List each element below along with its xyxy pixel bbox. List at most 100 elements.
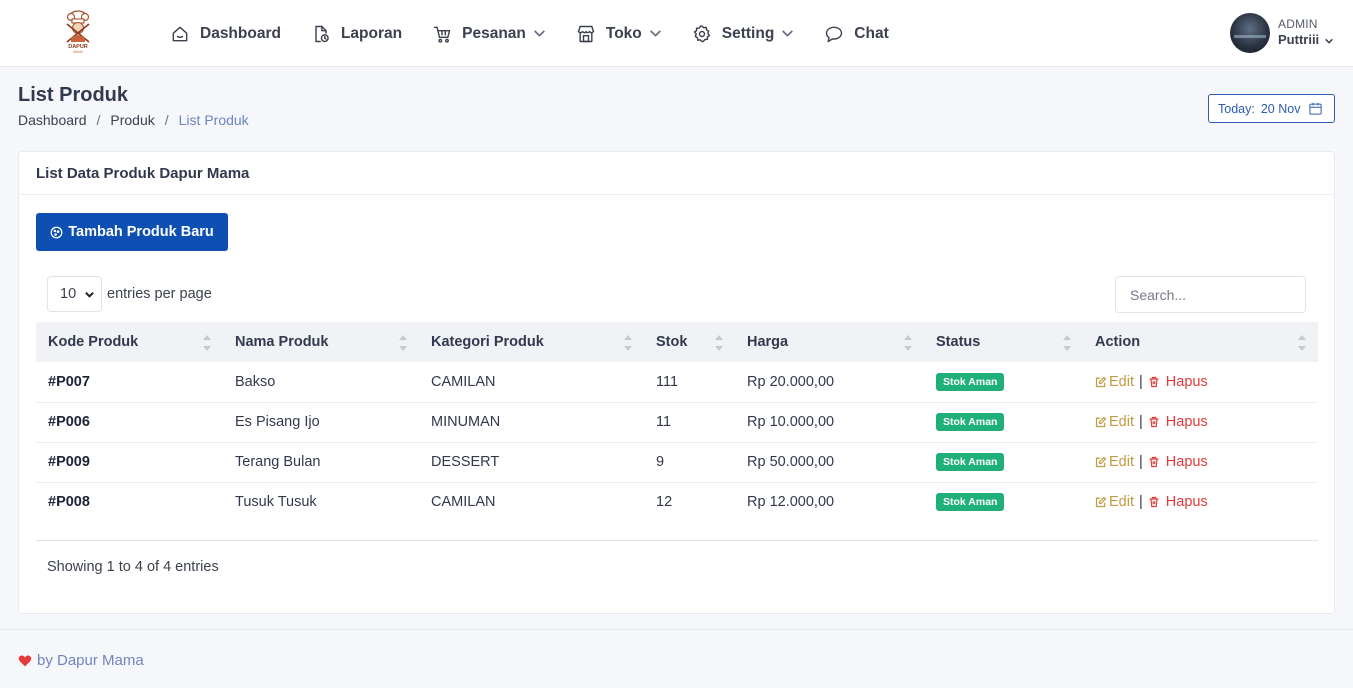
action-separator: | xyxy=(1139,414,1143,430)
user-role: ADMIN xyxy=(1278,17,1318,32)
entries-select[interactable]: 10 xyxy=(47,276,102,312)
edit-button[interactable]: Edit xyxy=(1095,414,1134,430)
sort-icon xyxy=(203,335,211,351)
avatar xyxy=(1230,13,1270,53)
cookie-icon xyxy=(50,226,63,238)
table-info: Showing 1 to 4 of 4 entries xyxy=(47,559,219,575)
nav-dashboard[interactable]: Dashboard xyxy=(170,14,281,54)
action-cell: Edit | Hapus xyxy=(1083,362,1318,403)
product-price: Rp 12.000,00 xyxy=(747,494,835,511)
nav-chat-label: Chat xyxy=(854,24,889,42)
add-product-button[interactable]: Tambah Produk Baru xyxy=(36,213,228,251)
column-harga[interactable]: Harga xyxy=(735,322,924,362)
breadcrumb-produk[interactable]: Produk xyxy=(110,112,154,128)
status-cell: Stok Aman xyxy=(924,442,1083,483)
nav-dashboard-label: Dashboard xyxy=(200,24,281,42)
action-cell: Edit | Hapus xyxy=(1083,402,1318,443)
edit-label: Edit xyxy=(1109,414,1134,430)
product-category: CAMILAN xyxy=(419,362,644,403)
delete-label: Hapus xyxy=(1165,373,1208,390)
chevron-down-icon xyxy=(782,30,793,37)
entries-label: entries per page xyxy=(107,286,212,302)
edit-button[interactable]: Edit xyxy=(1095,374,1134,390)
date-value: 20 Nov xyxy=(1260,101,1301,116)
breadcrumb-separator: / xyxy=(164,112,169,128)
column-label: Kategori Produk xyxy=(431,334,544,350)
nav-toko-label: Toko xyxy=(605,24,642,42)
product-code: #P009 xyxy=(36,442,223,483)
action-separator: | xyxy=(1139,454,1143,470)
edit-icon xyxy=(1095,496,1107,508)
edit-button[interactable]: Edit xyxy=(1095,454,1134,470)
product-price: Rp 50.000,00 xyxy=(735,442,924,483)
column-nama-produk[interactable]: Nama Produk xyxy=(223,322,419,362)
sort-icon xyxy=(715,335,723,351)
action-cell: Edit | Hapus xyxy=(1083,482,1318,522)
breadcrumb: Dashboard / Produk / List Produk xyxy=(18,112,249,128)
status-cell: Stok Aman xyxy=(924,362,1083,403)
column-stok[interactable]: Stok xyxy=(644,322,735,362)
edit-button[interactable]: Edit xyxy=(1095,494,1134,510)
table-row: #P009 Terang Bulan DESSERT 9 Rp 50.000,0… xyxy=(36,442,1318,483)
delete-button[interactable]: Hapus xyxy=(1148,494,1208,510)
date-picker-button[interactable]: Today: 20 Nov xyxy=(1208,94,1335,123)
chevron-down-icon xyxy=(534,30,545,37)
calendar-icon xyxy=(1309,102,1323,115)
product-category: DESSERT xyxy=(419,442,644,483)
table-row: #P008 Tusuk Tusuk CAMILAN 12 Rp 12.000,0… xyxy=(36,482,1318,522)
column-status[interactable]: Status xyxy=(924,322,1083,362)
product-name: Es Pisang Ijo xyxy=(223,402,419,443)
column-label: Harga xyxy=(747,334,789,350)
nav-setting[interactable]: Setting xyxy=(692,14,795,54)
table-row: #P006 Es Pisang Ijo MINUMAN 11 Rp 10.000… xyxy=(36,402,1318,443)
footer: by Dapur Mama xyxy=(0,629,1353,688)
column-label: Status xyxy=(936,334,981,350)
page-title: List Produk xyxy=(18,84,129,106)
trash-icon xyxy=(1149,497,1159,508)
top-navbar: DAPUR MAMA Dashboard Laporan Pesanan Tok… xyxy=(0,0,1353,67)
status-badge: Stok Aman xyxy=(936,493,1005,512)
product-stock: 11 xyxy=(644,402,735,443)
trash-icon xyxy=(1149,376,1159,387)
status-badge: Stok Aman xyxy=(936,413,1005,431)
nav-pesanan[interactable]: Pesanan xyxy=(432,14,546,54)
user-menu[interactable]: ADMIN Puttriii xyxy=(1230,13,1334,53)
delete-button[interactable]: Hapus xyxy=(1148,374,1208,390)
nav-laporan[interactable]: Laporan xyxy=(311,14,402,54)
chevron-down-icon xyxy=(1325,38,1334,44)
nav-laporan-label: Laporan xyxy=(340,24,403,42)
product-price: Rp 20.000,00 xyxy=(735,362,924,403)
column-kategori-produk[interactable]: Kategori Produk xyxy=(419,322,644,362)
action-cell: Edit | Hapus xyxy=(1083,442,1318,483)
product-category: MINUMAN xyxy=(419,402,644,443)
edit-label: Edit xyxy=(1109,494,1134,511)
column-label: Nama Produk xyxy=(235,334,329,350)
product-category: CAMILAN xyxy=(431,494,496,511)
table-header-row: Kode Produk Nama Produk Kategori Produk … xyxy=(36,322,1318,362)
table-divider xyxy=(36,540,1318,541)
edit-icon xyxy=(1095,416,1107,428)
nav-toko[interactable]: Toko xyxy=(576,14,662,54)
sort-icon xyxy=(624,335,632,351)
column-action[interactable]: Action xyxy=(1083,322,1318,362)
search-input[interactable] xyxy=(1115,276,1306,313)
product-name: Bakso xyxy=(223,362,419,403)
sort-icon xyxy=(1063,335,1071,351)
action-separator: | xyxy=(1139,373,1143,390)
column-kode-produk[interactable]: Kode Produk xyxy=(36,322,223,362)
trash-icon xyxy=(1149,416,1159,428)
product-stock: 12 xyxy=(656,494,673,511)
action-separator: | xyxy=(1139,494,1143,511)
product-name: Tusuk Tusuk xyxy=(235,494,317,511)
nav-chat[interactable]: Chat xyxy=(824,14,889,54)
sort-icon xyxy=(1298,335,1306,351)
product-code: #P006 xyxy=(36,402,223,443)
delete-button[interactable]: Hapus xyxy=(1148,454,1208,470)
user-name: Puttriii xyxy=(1278,32,1320,48)
chevron-down-icon xyxy=(650,30,661,37)
product-stock: 9 xyxy=(644,442,735,483)
breadcrumb-dashboard[interactable]: Dashboard xyxy=(18,112,87,128)
delete-button[interactable]: Hapus xyxy=(1148,414,1208,430)
column-label: Stok xyxy=(656,334,688,350)
dapur-mama-logo[interactable]: DAPUR MAMA xyxy=(60,8,96,56)
